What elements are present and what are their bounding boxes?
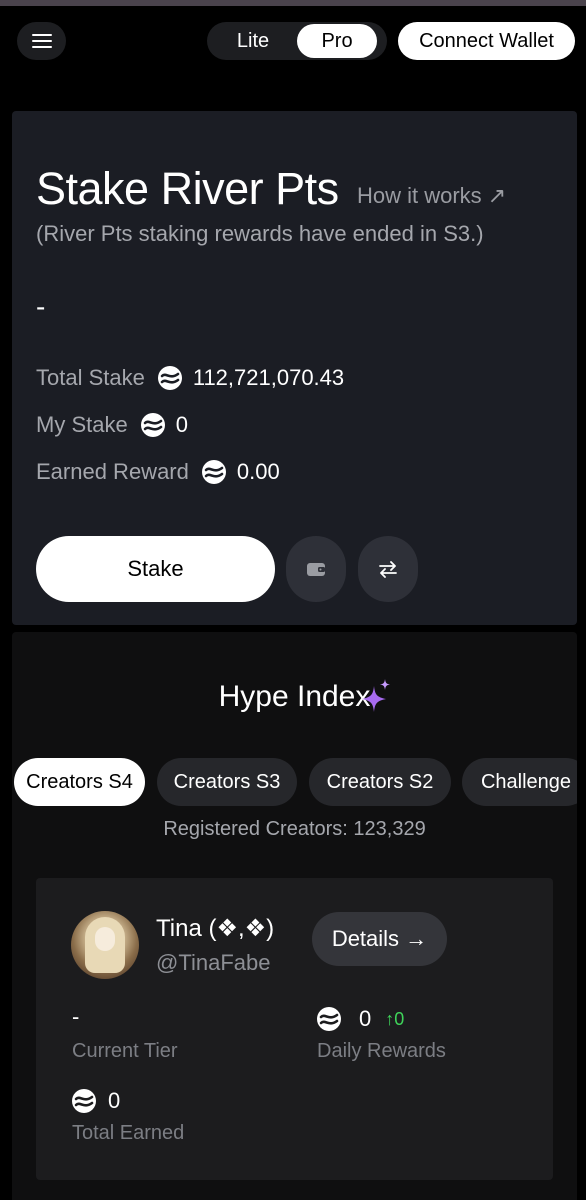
stake-button[interactable]: Stake: [36, 536, 275, 602]
mode-pro-option[interactable]: Pro: [297, 24, 377, 58]
my-stake-row: My Stake 0: [36, 412, 188, 438]
total-earned-value: 0: [108, 1088, 121, 1113]
river-pts-icon: [317, 1007, 341, 1031]
current-tier-label: Current Tier: [72, 1040, 178, 1062]
avatar[interactable]: [71, 911, 139, 979]
wallet-button[interactable]: [286, 536, 346, 602]
swap-button[interactable]: [358, 536, 418, 602]
total-earned-value-row: 0: [72, 1088, 120, 1114]
earned-reward-row: Earned Reward 0.00: [36, 459, 280, 485]
river-pts-icon: [157, 366, 182, 390]
mode-lite-option[interactable]: Lite: [209, 24, 297, 58]
hype-index-section: Hype Index Creators S4 Creators S3 Creat…: [12, 632, 577, 1200]
sparkle-icon: [362, 679, 390, 712]
how-it-works-link[interactable]: How it works ↗: [357, 183, 506, 209]
stake-title: Stake River Pts: [36, 163, 339, 214]
current-tier-value: -: [72, 1004, 80, 1029]
stake-subtitle: (River Pts staking rewards have ended in…: [36, 221, 484, 246]
creator-card: Tina (❖,❖) @TinaFabe Details → - Current…: [36, 878, 553, 1180]
menu-button[interactable]: [17, 22, 66, 60]
wallet-icon: [307, 563, 325, 576]
swap-icon: [379, 561, 397, 578]
hype-tabs: Creators S4 Creators S3 Creators S2 Chal…: [14, 758, 577, 806]
tab-creators-s3[interactable]: Creators S3: [157, 758, 297, 806]
total-earned-label: Total Earned: [72, 1122, 185, 1144]
earned-reward-value: 0.00: [236, 459, 280, 484]
daily-rewards-change: ↑0: [385, 1008, 405, 1029]
daily-rewards-value-row: 0 ↑0: [317, 1006, 404, 1032]
total-stake-row: Total Stake 112,721,070.43: [36, 365, 344, 391]
tab-challenge[interactable]: Challenge: [462, 758, 577, 806]
tab-creators-s4[interactable]: Creators S4: [14, 758, 145, 806]
my-stake-value: 0: [175, 412, 188, 437]
river-pts-icon: [201, 460, 226, 484]
tab-creators-s2[interactable]: Creators S2: [309, 758, 451, 806]
creator-handle: @TinaFabe: [156, 950, 271, 975]
total-stake-value: 112,721,070.43: [192, 365, 345, 390]
details-button[interactable]: Details →: [312, 912, 447, 966]
river-pts-icon: [140, 413, 165, 437]
stake-placeholder-value: -: [36, 291, 46, 322]
hype-index-title: Hype Index: [218, 680, 371, 713]
registered-creators-count: Registered Creators: 123,329: [163, 818, 426, 840]
river-pts-icon: [72, 1089, 96, 1113]
mode-toggle: Lite Pro: [207, 22, 387, 60]
connect-wallet-button[interactable]: Connect Wallet: [398, 22, 575, 60]
daily-rewards-value: 0: [359, 1006, 372, 1031]
top-border: [0, 0, 586, 6]
stake-card: Stake River Pts How it works ↗ (River Pt…: [12, 111, 577, 625]
creator-name: Tina (❖,❖): [156, 915, 275, 942]
daily-rewards-label: Daily Rewards: [317, 1040, 446, 1062]
total-stake-label: Total Stake: [36, 365, 145, 390]
my-stake-label: My Stake: [36, 412, 128, 437]
hamburger-icon: [31, 34, 52, 48]
earned-reward-label: Earned Reward: [36, 459, 189, 484]
